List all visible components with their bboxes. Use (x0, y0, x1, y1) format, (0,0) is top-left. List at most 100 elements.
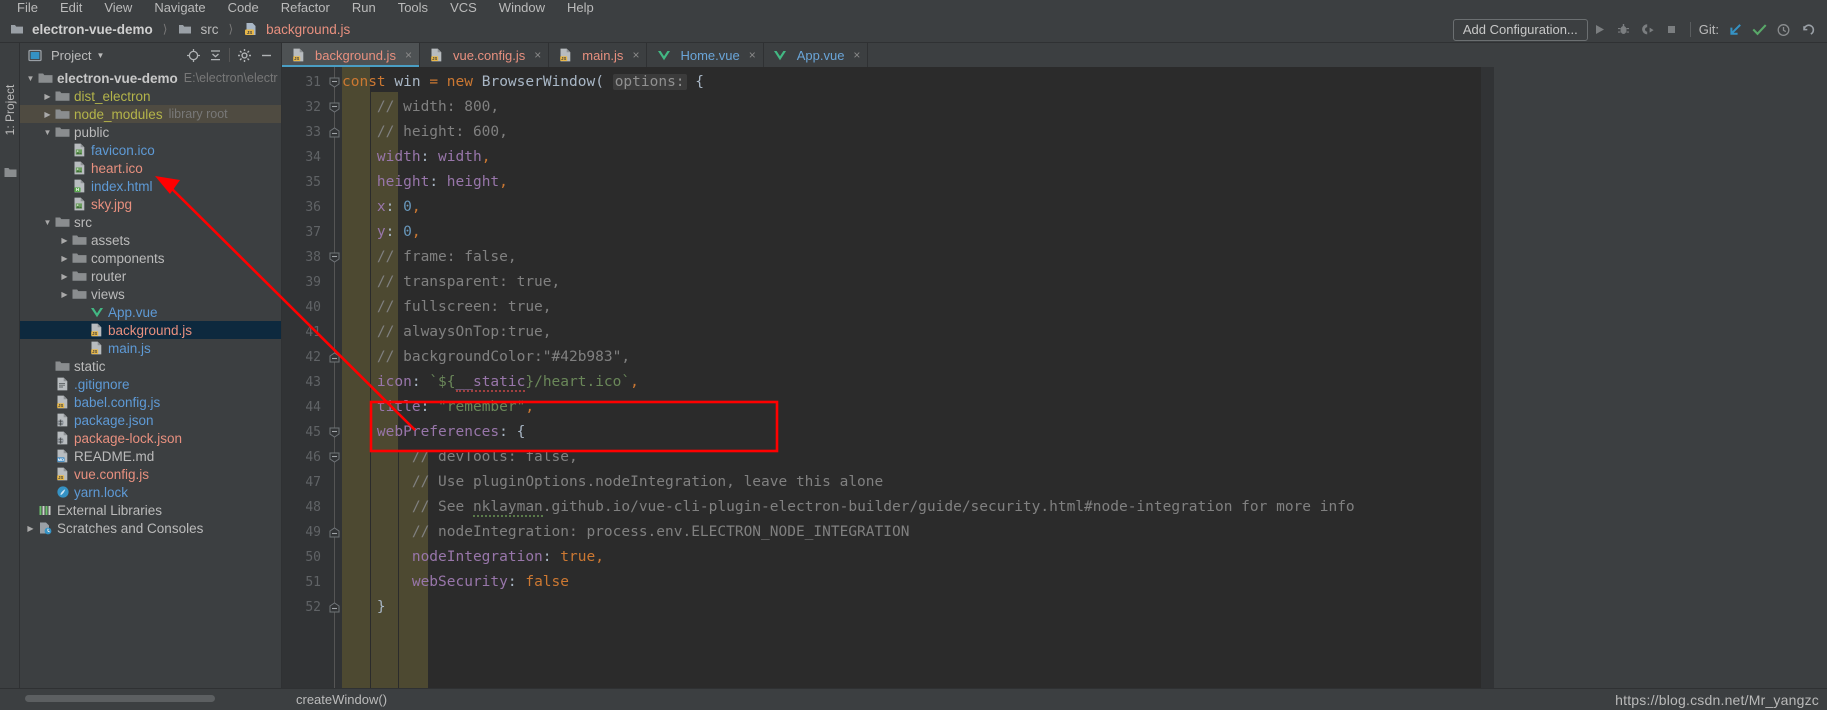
editor-tab-home-vue[interactable]: Home.vue × (647, 43, 764, 67)
svg-text:JS: JS (246, 30, 252, 35)
tree-row-node-modules[interactable]: ▶ node_modules library root (20, 105, 281, 123)
close-icon[interactable]: × (405, 48, 412, 62)
code-folding-gutter[interactable] (328, 67, 342, 688)
menu-item-window[interactable]: Window (488, 0, 556, 16)
chevron-right-icon[interactable]: ▶ (41, 92, 54, 101)
menu-item-code[interactable]: Code (217, 0, 270, 16)
tree-row-sky-jpg[interactable]: sky.jpg (20, 195, 281, 213)
chevron-down-icon[interactable]: ▼ (41, 218, 54, 227)
menu-item-file[interactable]: File (6, 0, 49, 16)
chevron-down-icon[interactable]: ▼ (96, 51, 104, 60)
git-history-icon[interactable] (1771, 19, 1795, 41)
tree-row-static[interactable]: static (20, 357, 281, 375)
breadcrumb-file[interactable]: background.js (266, 22, 350, 37)
add-configuration-button[interactable]: Add Configuration... (1452, 18, 1588, 41)
project-view-icon (26, 47, 43, 63)
folder-icon (8, 21, 25, 37)
chevron-right-icon[interactable]: ▶ (58, 290, 71, 299)
tree-row-package-json[interactable]: package.json (20, 411, 281, 429)
debug-icon[interactable] (1612, 19, 1636, 41)
run-with-coverage-icon[interactable] (1636, 19, 1660, 41)
tree-row-external-libraries[interactable]: External Libraries (20, 501, 281, 519)
fold-marker-icon[interactable] (328, 595, 342, 620)
chevron-right-icon[interactable]: ▶ (58, 254, 71, 263)
menu-item-help[interactable]: Help (556, 0, 605, 16)
chevron-down-icon[interactable]: ▼ (24, 74, 37, 83)
locate-icon[interactable] (182, 44, 204, 66)
menu-item-view[interactable]: View (93, 0, 143, 16)
menu-item-refactor[interactable]: Refactor (270, 0, 341, 16)
git-revert-icon[interactable] (1795, 19, 1819, 41)
chevron-right-icon[interactable]: ▶ (58, 236, 71, 245)
tree-row-components[interactable]: ▶ components (20, 249, 281, 267)
chevron-right-icon[interactable]: ▶ (41, 110, 54, 119)
editor-breadcrumb-function[interactable]: createWindow() (296, 692, 387, 707)
fold-gutter-cell (328, 145, 342, 170)
breadcrumb-src[interactable]: src (200, 22, 218, 37)
fold-marker-icon[interactable] (328, 520, 342, 545)
breadcrumb-project[interactable]: electron-vue-demo (32, 22, 153, 37)
structure-folder-icon[interactable] (4, 165, 17, 183)
image-file-icon (71, 142, 88, 158)
fold-marker-icon[interactable] (328, 95, 342, 120)
run-icon[interactable] (1588, 19, 1612, 41)
tree-row-heart-ico[interactable]: heart.ico (20, 159, 281, 177)
tree-row-readme-md[interactable]: MD README.md (20, 447, 281, 465)
tree-row-main-js[interactable]: JS main.js (20, 339, 281, 357)
line-number: 38 (305, 250, 321, 265)
tree-row-label: components (91, 250, 165, 266)
close-icon[interactable]: × (853, 48, 860, 62)
gear-icon[interactable] (233, 44, 255, 66)
menu-item-run[interactable]: Run (341, 0, 387, 16)
editor-tab-main-js[interactable]: JS main.js × (549, 43, 648, 67)
horizontal-scrollbar[interactable] (25, 694, 215, 702)
tree-row-background-js[interactable]: JS background.js (20, 321, 281, 339)
error-stripe-marker-column[interactable] (1480, 67, 1494, 688)
folder-icon (37, 70, 54, 86)
tree-row-router[interactable]: ▶ router (20, 267, 281, 285)
menu-item-edit[interactable]: Edit (49, 0, 93, 16)
text-file-icon (54, 376, 71, 392)
tree-row-scratches-and-consoles[interactable]: ▶ Scratches and Consoles (20, 519, 281, 537)
menu-item-navigate[interactable]: Navigate (143, 0, 216, 16)
tree-row-views[interactable]: ▶ views (20, 285, 281, 303)
project-tree[interactable]: ▼ electron-vue-demo E:\electron\electr ▶ dis… (20, 67, 281, 688)
chevron-down-icon[interactable]: ▼ (41, 128, 54, 137)
fold-marker-icon[interactable] (328, 245, 342, 270)
close-icon[interactable]: × (534, 48, 541, 62)
tree-row-yarn-lock[interactable]: yarn.lock (20, 483, 281, 501)
tree-row-package-lock-json[interactable]: package-lock.json (20, 429, 281, 447)
editor-tab-app-vue[interactable]: App.vue × (763, 43, 869, 67)
tree-row--gitignore[interactable]: .gitignore (20, 375, 281, 393)
chevron-right-icon[interactable]: ▶ (58, 272, 71, 281)
editor-tab-vue-config-js[interactable]: JS vue.config.js × (419, 43, 550, 67)
fold-marker-icon[interactable] (328, 120, 342, 145)
code-canvas[interactable]: const win = new BrowserWindow( options: … (342, 67, 1480, 688)
tree-row-src[interactable]: ▼ src (20, 213, 281, 231)
tree-row-dist-electron[interactable]: ▶ dist_electron (20, 87, 281, 105)
tree-row-babel-config-js[interactable]: JS babel.config.js (20, 393, 281, 411)
close-icon[interactable]: × (749, 48, 756, 62)
tree-row-app-vue[interactable]: App.vue (20, 303, 281, 321)
tool-window-button-project[interactable]: 1: Project (0, 67, 20, 157)
collapse-all-icon[interactable] (204, 44, 226, 66)
tree-row-electron-vue-demo[interactable]: ▼ electron-vue-demo E:\electron\electr (20, 69, 281, 87)
chevron-right-icon[interactable]: ▶ (24, 524, 37, 533)
tree-row-favicon-ico[interactable]: favicon.ico (20, 141, 281, 159)
tree-row-assets[interactable]: ▶ assets (20, 231, 281, 249)
stop-icon[interactable] (1660, 19, 1684, 41)
menu-item-vcs[interactable]: VCS (439, 0, 488, 16)
git-update-icon[interactable] (1723, 19, 1747, 41)
tree-row-vue-config-js[interactable]: JS vue.config.js (20, 465, 281, 483)
hide-panel-icon[interactable] (255, 44, 277, 66)
fold-marker-icon[interactable] (328, 420, 342, 445)
tree-row-public[interactable]: ▼ public (20, 123, 281, 141)
tree-row-index-html[interactable]: Hindex.html (20, 177, 281, 195)
close-icon[interactable]: × (632, 48, 639, 62)
fold-marker-icon[interactable] (328, 345, 342, 370)
menu-item-tools[interactable]: Tools (387, 0, 439, 16)
fold-marker-icon[interactable] (328, 70, 342, 95)
git-commit-icon[interactable] (1747, 19, 1771, 41)
fold-marker-icon[interactable] (328, 445, 342, 470)
editor-tab-background-js[interactable]: JS background.js × (282, 43, 420, 67)
